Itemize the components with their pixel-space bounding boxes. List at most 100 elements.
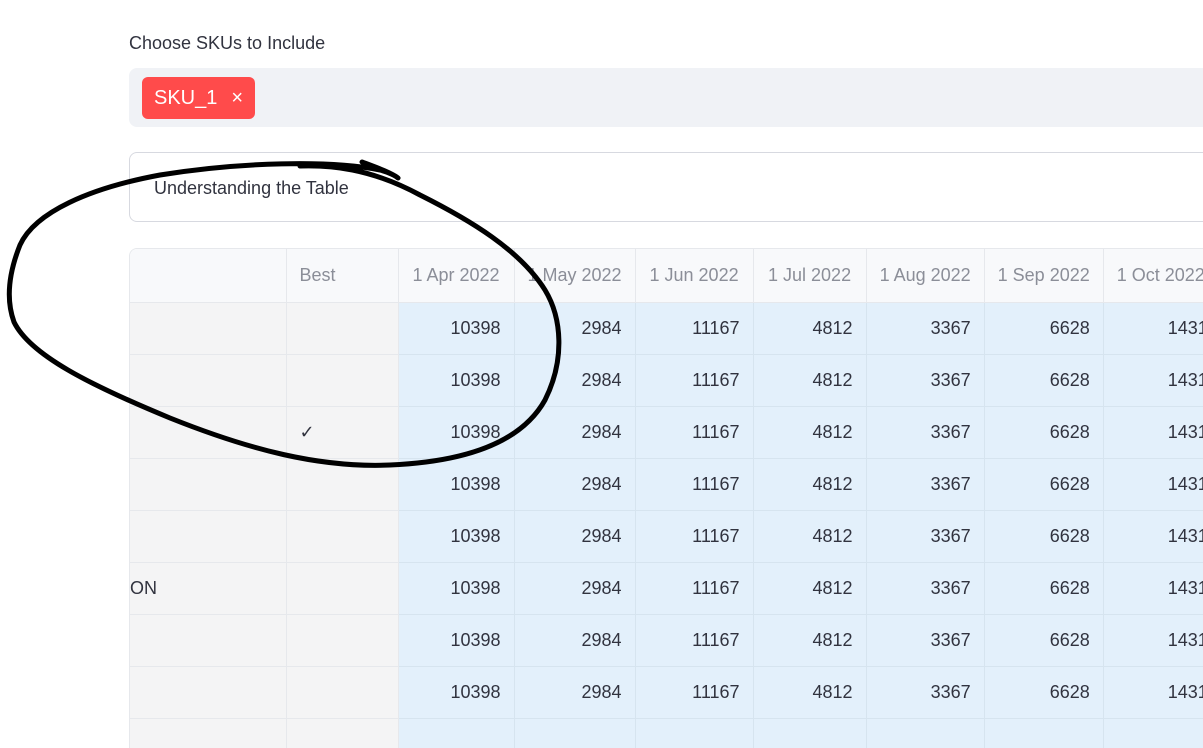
value-cell[interactable]: 11167: [635, 302, 754, 355]
value-cell[interactable]: 3367: [866, 666, 985, 719]
month-header[interactable]: 1 Apr 2022: [398, 249, 515, 303]
value-cell[interactable]: 11167: [635, 614, 754, 667]
value-cell[interactable]: 2984: [514, 406, 636, 459]
remove-sku-icon[interactable]: ×: [231, 88, 243, 108]
value-cell[interactable]: 3367: [866, 562, 985, 615]
value-cell[interactable]: 4812: [753, 510, 867, 563]
month-header[interactable]: 1 Jun 2022: [635, 249, 754, 303]
value-cell[interactable]: 6628: [984, 302, 1104, 355]
row-index-cell[interactable]: [130, 458, 287, 511]
value-cell[interactable]: 1431: [1103, 302, 1203, 355]
row-index-cell[interactable]: [130, 614, 287, 667]
row-index-cell[interactable]: [130, 302, 287, 355]
month-header[interactable]: 1 Jul 2022: [753, 249, 867, 303]
month-header[interactable]: 1 May 2022: [514, 249, 636, 303]
value-cell[interactable]: 2984: [514, 614, 636, 667]
best-cell[interactable]: [286, 458, 399, 511]
value-cell[interactable]: 11167: [635, 510, 754, 563]
value-cell[interactable]: 6628: [984, 458, 1104, 511]
value-cell[interactable]: 3367: [866, 458, 985, 511]
best-cell[interactable]: [286, 354, 399, 407]
table-row: [130, 718, 1203, 748]
best-cell[interactable]: [286, 666, 399, 719]
sku-multiselect[interactable]: SKU_1 ×: [129, 68, 1203, 127]
table-row: 103982984111674812336766281431: [130, 510, 1203, 563]
best-cell[interactable]: [286, 510, 399, 563]
best-cell[interactable]: ✓: [286, 406, 399, 459]
month-header[interactable]: 1 Sep 2022: [984, 249, 1104, 303]
row-index-cell[interactable]: [130, 666, 287, 719]
best-cell[interactable]: [286, 718, 399, 748]
value-cell[interactable]: 4812: [753, 302, 867, 355]
value-cell[interactable]: 10398: [398, 510, 515, 563]
value-cell[interactable]: 6628: [984, 562, 1104, 615]
value-cell[interactable]: 2984: [514, 458, 636, 511]
value-cell[interactable]: 10398: [398, 302, 515, 355]
value-cell[interactable]: 6628: [984, 510, 1104, 563]
value-cell[interactable]: 6628: [984, 354, 1104, 407]
value-cell[interactable]: 6628: [984, 614, 1104, 667]
value-cell[interactable]: 11167: [635, 354, 754, 407]
table-row: ✓103982984111674812336766281431: [130, 406, 1203, 459]
value-cell[interactable]: 11167: [635, 562, 754, 615]
value-cell[interactable]: 3367: [866, 302, 985, 355]
value-cell[interactable]: [514, 718, 636, 748]
value-cell[interactable]: 10398: [398, 354, 515, 407]
value-cell[interactable]: 6628: [984, 666, 1104, 719]
value-cell[interactable]: 1431: [1103, 614, 1203, 667]
value-cell[interactable]: 11167: [635, 666, 754, 719]
value-cell[interactable]: 2984: [514, 510, 636, 563]
value-cell[interactable]: [398, 718, 515, 748]
value-cell[interactable]: 4812: [753, 614, 867, 667]
value-cell[interactable]: 3367: [866, 614, 985, 667]
value-cell[interactable]: 2984: [514, 666, 636, 719]
value-cell[interactable]: 11167: [635, 458, 754, 511]
best-header[interactable]: Best: [286, 249, 399, 303]
value-cell[interactable]: 4812: [753, 458, 867, 511]
row-index-cell[interactable]: [130, 718, 287, 748]
value-cell[interactable]: 10398: [398, 562, 515, 615]
value-cell[interactable]: 11167: [635, 406, 754, 459]
value-cell[interactable]: 1431: [1103, 354, 1203, 407]
value-cell[interactable]: 1431: [1103, 406, 1203, 459]
best-cell[interactable]: [286, 562, 399, 615]
value-cell[interactable]: 6628: [984, 406, 1104, 459]
value-cell[interactable]: 4812: [753, 354, 867, 407]
value-cell[interactable]: [984, 718, 1104, 748]
month-header[interactable]: 1 Aug 2022: [866, 249, 985, 303]
understanding-table-expander[interactable]: Understanding the Table: [129, 152, 1203, 222]
value-cell[interactable]: 2984: [514, 562, 636, 615]
row-index-cell[interactable]: [130, 510, 287, 563]
value-cell[interactable]: 4812: [753, 406, 867, 459]
value-cell[interactable]: [753, 718, 867, 748]
table-header-row: Best 1 Apr 2022 1 May 2022 1 Jun 2022 1 …: [130, 249, 1203, 303]
best-cell[interactable]: [286, 302, 399, 355]
month-header[interactable]: 1 Oct 2022: [1103, 249, 1203, 303]
value-cell[interactable]: 10398: [398, 406, 515, 459]
row-index-cell[interactable]: ON: [130, 562, 287, 615]
sku-chip-label: SKU_1: [154, 86, 218, 109]
sku-chip[interactable]: SKU_1 ×: [142, 77, 256, 119]
value-cell[interactable]: 10398: [398, 666, 515, 719]
value-cell[interactable]: [635, 718, 754, 748]
value-cell[interactable]: [1103, 718, 1203, 748]
value-cell[interactable]: 10398: [398, 614, 515, 667]
best-cell[interactable]: [286, 614, 399, 667]
value-cell[interactable]: 1431: [1103, 562, 1203, 615]
value-cell[interactable]: 3367: [866, 510, 985, 563]
value-cell[interactable]: 1431: [1103, 458, 1203, 511]
value-cell[interactable]: 4812: [753, 562, 867, 615]
value-cell[interactable]: 3367: [866, 406, 985, 459]
value-cell[interactable]: 10398: [398, 458, 515, 511]
value-cell[interactable]: 4812: [753, 666, 867, 719]
value-cell[interactable]: 2984: [514, 354, 636, 407]
value-cell[interactable]: 2984: [514, 302, 636, 355]
value-cell[interactable]: [866, 718, 985, 748]
index-header[interactable]: [130, 249, 287, 303]
row-index-cell[interactable]: [130, 406, 287, 459]
value-cell[interactable]: 3367: [866, 354, 985, 407]
value-cell[interactable]: 1431: [1103, 666, 1203, 719]
value-cell[interactable]: 1431: [1103, 510, 1203, 563]
row-index-cell[interactable]: [130, 354, 287, 407]
forecast-table[interactable]: Best 1 Apr 2022 1 May 2022 1 Jun 2022 1 …: [129, 248, 1203, 748]
